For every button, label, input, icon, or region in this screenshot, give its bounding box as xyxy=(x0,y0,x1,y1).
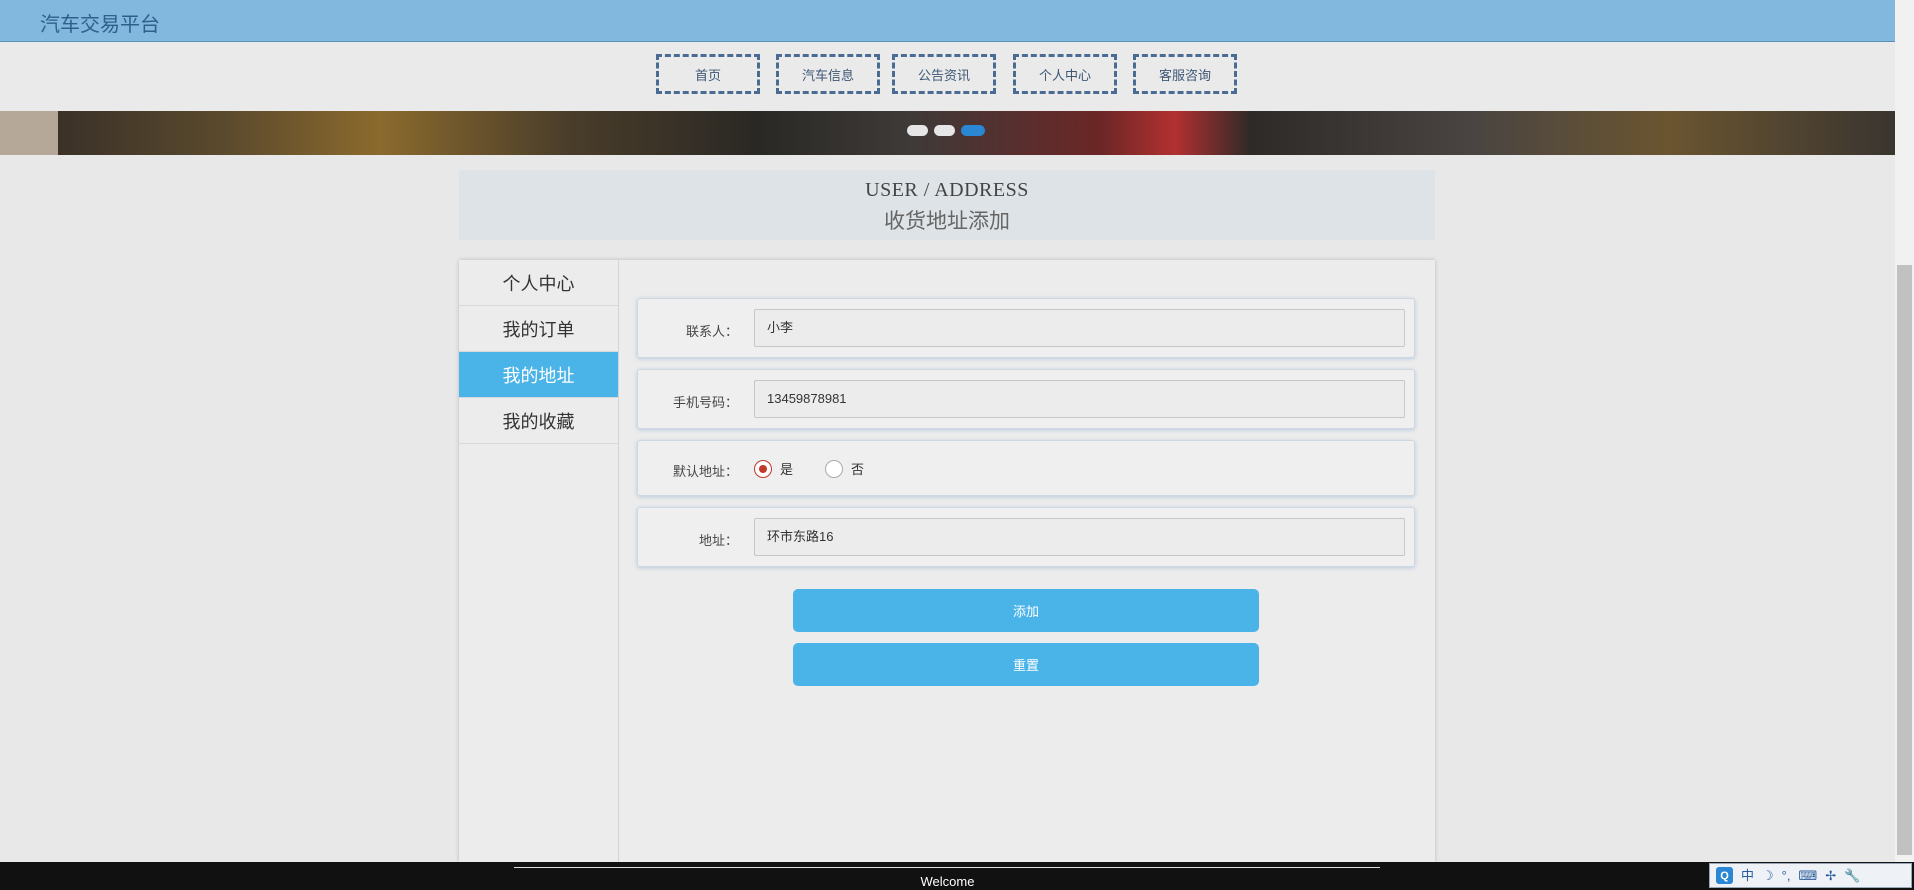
address-input[interactable]: 环市东路16 xyxy=(754,518,1405,556)
footer: Welcome xyxy=(0,862,1914,890)
address-form: 联系人： 小李 手机号码： 13459878981 默认地址： 是 否 地址： … xyxy=(637,298,1415,578)
page-title: 收货地址添加 xyxy=(884,209,1010,233)
phone-label: 手机号码： xyxy=(672,395,738,410)
content-panel: 个人中心 我的订单 我的地址 我的收藏 联系人： 小李 手机号码： 134598… xyxy=(459,260,1435,862)
ime-mode-toggle[interactable]: 中 xyxy=(1741,869,1754,882)
footer-welcome: Welcome xyxy=(920,874,975,889)
page-scrollbar[interactable] xyxy=(1895,0,1914,862)
sidebar-item-orders[interactable]: 我的订单 xyxy=(459,306,618,352)
nav-item-customer-service[interactable]: 客服咨询 xyxy=(1133,54,1237,94)
nav-item-car-info[interactable]: 汽车信息 xyxy=(776,54,880,94)
punctuation-icon[interactable]: °, xyxy=(1782,869,1791,882)
carousel-dot[interactable] xyxy=(907,125,928,136)
page-heading: USER / ADDRESS 收货地址添加 xyxy=(459,170,1435,240)
sidebar-item-user-center[interactable]: 个人中心 xyxy=(459,260,618,306)
top-bar: 汽车交易平台 xyxy=(0,0,1895,42)
main-nav: 首页 汽车信息 公告资讯 个人中心 客服咨询 xyxy=(0,42,1895,111)
default-label: 默认地址： xyxy=(672,464,738,479)
keyboard-icon[interactable]: ⌨ xyxy=(1798,869,1817,882)
scrollbar-thumb[interactable] xyxy=(1897,265,1912,855)
carousel-indicators xyxy=(907,125,985,136)
wrench-icon[interactable]: 🔧 xyxy=(1844,869,1860,882)
carousel-dot[interactable] xyxy=(934,125,955,136)
form-row-contact: 联系人： 小李 xyxy=(637,298,1415,358)
moon-icon[interactable]: ☽ xyxy=(1762,869,1774,882)
tools-icon[interactable]: ✢ xyxy=(1825,869,1836,882)
contact-label: 联系人： xyxy=(685,324,738,339)
form-row-phone: 手机号码： 13459878981 xyxy=(637,369,1415,429)
site-title[interactable]: 汽车交易平台 xyxy=(40,8,160,37)
phone-input[interactable]: 13459878981 xyxy=(754,380,1405,418)
default-radio-group: 是 否 xyxy=(754,459,896,478)
nav-item-user-center[interactable]: 个人中心 xyxy=(1013,54,1117,94)
add-button[interactable]: 添加 xyxy=(793,589,1259,632)
radio-yes-label[interactable]: 是 xyxy=(780,459,793,478)
address-label: 地址： xyxy=(698,533,738,548)
radio-no[interactable] xyxy=(825,459,844,478)
banner-carousel xyxy=(0,111,1895,155)
contact-input[interactable]: 小李 xyxy=(754,309,1405,347)
carousel-dot-active[interactable] xyxy=(961,125,985,136)
radio-no-label[interactable]: 否 xyxy=(851,459,864,478)
nav-item-home[interactable]: 首页 xyxy=(656,54,760,94)
footer-divider xyxy=(514,867,1380,868)
ime-logo-icon[interactable]: Q xyxy=(1716,867,1733,884)
radio-yes[interactable] xyxy=(754,459,772,478)
sidebar-menu: 个人中心 我的订单 我的地址 我的收藏 xyxy=(459,260,619,862)
nav-item-announcements[interactable]: 公告资讯 xyxy=(892,54,996,94)
reset-button[interactable]: 重置 xyxy=(793,643,1259,686)
form-row-address: 地址： 环市东路16 xyxy=(637,507,1415,567)
sidebar-item-favorites[interactable]: 我的收藏 xyxy=(459,398,618,444)
ime-toolbar: Q 中 ☽ °, ⌨ ✢ 🔧 xyxy=(1709,863,1912,888)
page-title-en: USER / ADDRESS xyxy=(865,179,1029,201)
sidebar-item-addresses[interactable]: 我的地址 xyxy=(459,352,618,398)
form-row-default: 默认地址： 是 否 xyxy=(637,440,1415,496)
